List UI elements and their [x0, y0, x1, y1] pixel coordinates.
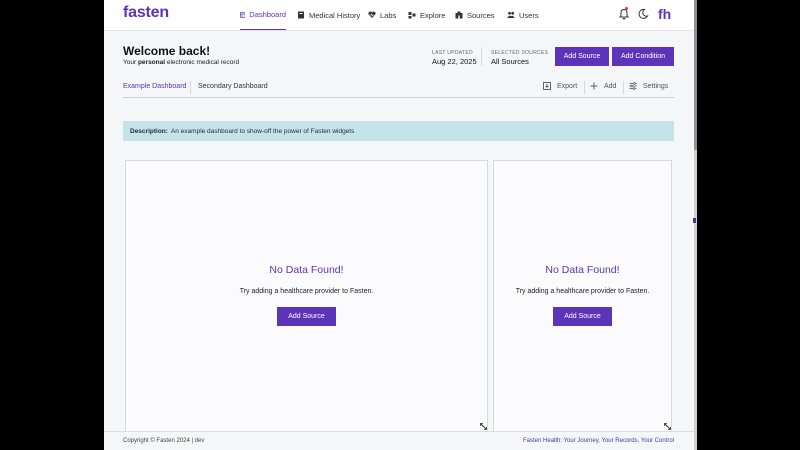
footer-tagline-link[interactable]: Fasten Health: Your Journey, Your Record…	[523, 438, 674, 444]
description-label: Description:	[130, 127, 168, 135]
app-window: fasten Dashboard Medical History Labs Ex…	[104, 0, 694, 450]
page-footer: Copyright © Fasten 2024 | dev Fasten Hea…	[104, 431, 694, 450]
nav-sources-label: Sources	[467, 10, 495, 20]
moon-icon[interactable]	[637, 8, 649, 20]
widget-add-source-button[interactable]: Add Source	[277, 307, 336, 326]
widget-empty-title: No Data Found!	[545, 264, 620, 276]
subtitle-post: electronic medical record	[165, 59, 240, 66]
export-button[interactable]: Export	[543, 82, 577, 90]
widget-empty-text: Try adding a healthcare provider to Fast…	[239, 288, 374, 295]
tab-example-dashboard[interactable]: Example Dashboard	[123, 83, 186, 90]
resize-handle-icon[interactable]	[664, 423, 671, 430]
edge-marker	[693, 218, 696, 223]
nav-explore[interactable]: Explore	[408, 0, 445, 30]
tab-secondary-dashboard[interactable]: Secondary Dashboard	[198, 83, 268, 90]
page-scrollbar[interactable]	[694, 0, 697, 450]
page-subtitle: Your personal electronic medical record	[123, 59, 239, 66]
page-title: Welcome back!	[123, 44, 211, 58]
nav-labs[interactable]: Labs	[368, 0, 396, 30]
add-source-button[interactable]: Add Source	[555, 47, 609, 66]
widget-empty-title: No Data Found!	[269, 264, 344, 276]
add-label: Add	[604, 82, 617, 90]
fasten-logo[interactable]: fasten	[123, 4, 169, 22]
subtitle-bold: personal	[137, 59, 166, 66]
sliders-icon	[629, 82, 637, 90]
scrollbar-thumb[interactable]	[694, 0, 697, 150]
dashboard-description: Description: An example dashboard to sho…	[123, 121, 674, 141]
description-text: An example dashboard to show-off the pow…	[170, 127, 355, 135]
dashboard-tabbar: Example Dashboard Secondary Dashboard Ex…	[123, 79, 674, 98]
export-icon	[543, 82, 551, 90]
widget-card: No Data Found! Try adding a healthcare p…	[125, 160, 488, 432]
selected-sources-value[interactable]: All Sources	[491, 57, 529, 66]
tab-divider	[190, 81, 191, 94]
nav-medical-history[interactable]: Medical History	[297, 0, 360, 30]
subtitle-pre: Your	[123, 59, 138, 66]
selected-sources-label: SELECTED SOURCES	[491, 50, 549, 56]
nav-medical-history-label: Medical History	[309, 10, 361, 20]
widget-empty-text: Try adding a healthcare provider to Fast…	[515, 288, 650, 295]
notification-dot	[625, 7, 628, 10]
nav-sources[interactable]: Sources	[455, 0, 495, 30]
dashboard-icon	[240, 11, 246, 18]
nav-dashboard[interactable]: Dashboard	[240, 0, 286, 30]
nav-users-label: Users	[519, 10, 539, 20]
users-icon	[507, 11, 515, 18]
nav-dashboard-label: Dashboard	[249, 10, 286, 19]
building-icon	[455, 11, 463, 19]
resize-handle-icon[interactable]	[480, 423, 487, 430]
heart-pulse-icon	[368, 11, 376, 18]
add-widget-button[interactable]: Add	[590, 82, 616, 90]
header-divider	[481, 47, 482, 66]
top-navbar: fasten Dashboard Medical History Labs Ex…	[104, 0, 694, 31]
last-updated-value: Aug 22, 2025	[432, 57, 477, 66]
user-avatar[interactable]: fh	[658, 6, 671, 22]
nav-explore-label: Explore	[420, 10, 446, 20]
export-label: Export	[557, 82, 578, 90]
widget-add-source-button[interactable]: Add Source	[553, 307, 612, 326]
tool-divider	[623, 81, 624, 94]
book-icon	[298, 11, 304, 19]
nav-users[interactable]: Users	[507, 0, 539, 30]
tool-divider	[584, 81, 585, 94]
footer-copyright: Copyright © Fasten 2024 | dev	[123, 438, 205, 444]
add-condition-button[interactable]: Add Condition	[612, 47, 674, 66]
bell-icon[interactable]	[618, 8, 630, 20]
settings-label: Settings	[643, 82, 669, 90]
nav-labs-label: Labs	[380, 10, 397, 20]
last-updated-label: LAST UPDATED	[432, 50, 473, 56]
settings-button[interactable]: Settings	[629, 82, 668, 90]
explore-icon	[408, 12, 416, 19]
plus-icon	[590, 82, 598, 90]
widget-card: No Data Found! Try adding a healthcare p…	[493, 160, 672, 432]
